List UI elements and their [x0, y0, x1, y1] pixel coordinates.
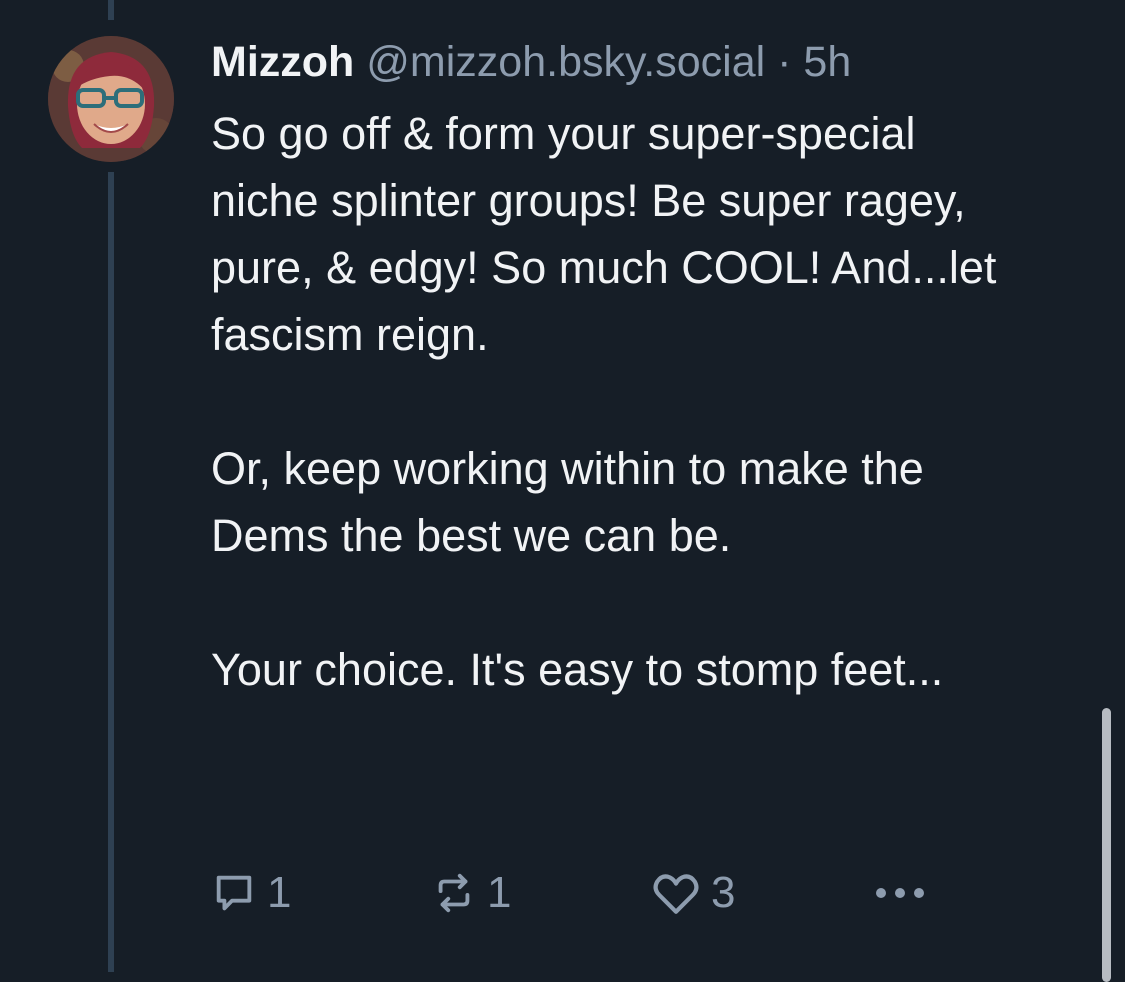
thread-line-top — [108, 0, 114, 20]
ellipsis-icon — [873, 883, 927, 903]
author-handle[interactable]: @mizzoh.bsky.social — [366, 38, 765, 86]
scrollbar[interactable] — [1102, 708, 1111, 982]
post-actions: 1 1 3 — [211, 868, 931, 918]
post-header: Mizzoh @mizzoh.bsky.social · 5h — [211, 34, 1031, 90]
more-options-button[interactable] — [873, 868, 927, 918]
repost-button[interactable]: 1 — [431, 868, 511, 918]
separator-dot: · — [777, 38, 792, 86]
heart-icon — [651, 870, 701, 916]
like-button[interactable]: 3 — [651, 868, 735, 918]
repost-arrows-icon — [431, 870, 477, 916]
reply-count: 1 — [267, 868, 292, 917]
post-text: So go off & form your super-special nich… — [211, 108, 997, 695]
post-timestamp[interactable]: 5h — [803, 38, 851, 86]
thread-line — [108, 172, 114, 972]
author-display-name[interactable]: Mizzoh — [211, 38, 354, 86]
repost-count: 1 — [487, 868, 512, 917]
like-count: 3 — [711, 868, 736, 917]
reply-button[interactable]: 1 — [211, 868, 291, 918]
avatar[interactable] — [48, 36, 174, 162]
post[interactable]: Mizzoh @mizzoh.bsky.social · 5h So go of… — [211, 34, 1031, 703]
speech-bubble-icon — [211, 870, 257, 916]
